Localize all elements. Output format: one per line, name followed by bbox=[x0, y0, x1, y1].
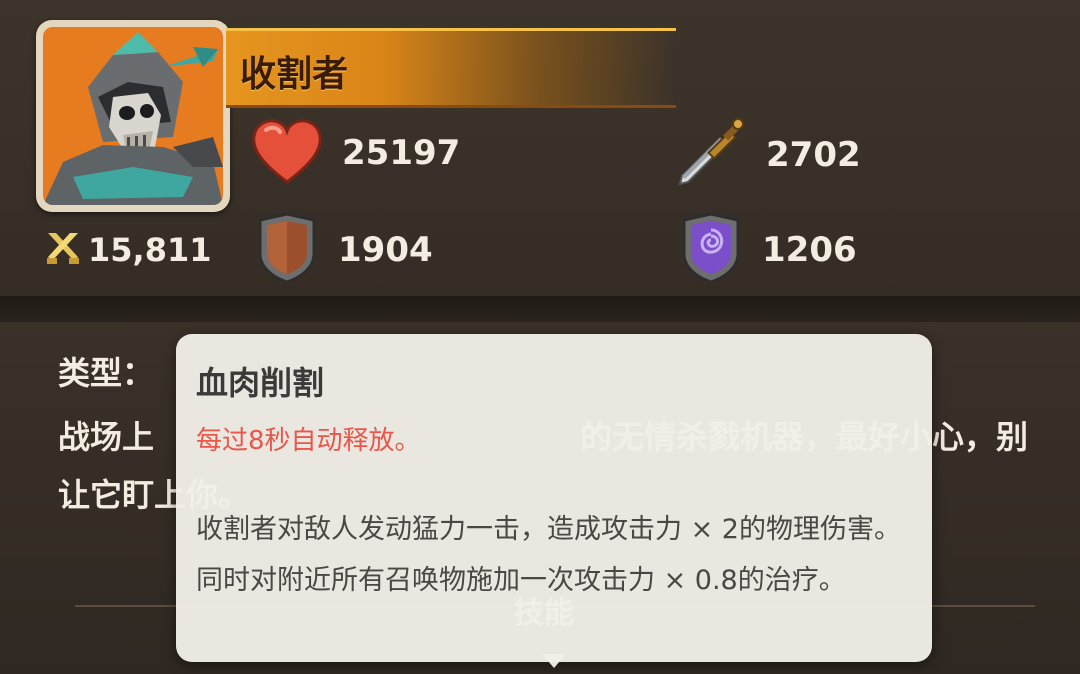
hero-type-label: 类型： bbox=[58, 354, 155, 392]
stat-attack: 2702 bbox=[674, 116, 861, 194]
stat-magic-resist: 1206 bbox=[678, 212, 857, 288]
power-crossed-swords-icon bbox=[44, 229, 82, 271]
reaper-portrait-icon bbox=[43, 27, 223, 205]
skill-tooltip: 血肉削割 每过8秒自动释放。 收割者对敌人发动猛力一击，造成攻击力 × 2的物理… bbox=[176, 334, 932, 662]
hero-name: 收割者 bbox=[240, 54, 349, 95]
hero-portrait[interactable] bbox=[36, 20, 230, 212]
stat-health: 25197 bbox=[250, 116, 460, 190]
armor-shield-icon bbox=[254, 212, 320, 288]
armor-value: 1904 bbox=[338, 230, 433, 270]
skill-trigger-text: 每过8秒自动释放。 bbox=[196, 426, 421, 456]
magic-shield-icon bbox=[678, 212, 744, 288]
sword-icon bbox=[674, 116, 748, 194]
tooltip-pointer-arrow bbox=[542, 654, 566, 668]
section-divider bbox=[0, 296, 1080, 322]
attack-value: 2702 bbox=[766, 135, 861, 175]
hero-power: 15,811 bbox=[44, 226, 211, 274]
hero-name-banner: 收割者 bbox=[226, 28, 676, 108]
heart-icon bbox=[250, 116, 324, 190]
health-value: 25197 bbox=[342, 133, 461, 173]
description-line1-left: 战场上 bbox=[58, 418, 155, 456]
magic-resist-value: 1206 bbox=[762, 230, 857, 270]
power-value: 15,811 bbox=[88, 231, 212, 269]
skill-title: 血肉削割 bbox=[196, 364, 325, 402]
skill-description: 收割者对敌人发动猛力一击，造成攻击力 × 2的物理伤害。同时对附近所有召唤物施加… bbox=[196, 514, 901, 596]
stat-armor: 1904 bbox=[254, 212, 433, 288]
